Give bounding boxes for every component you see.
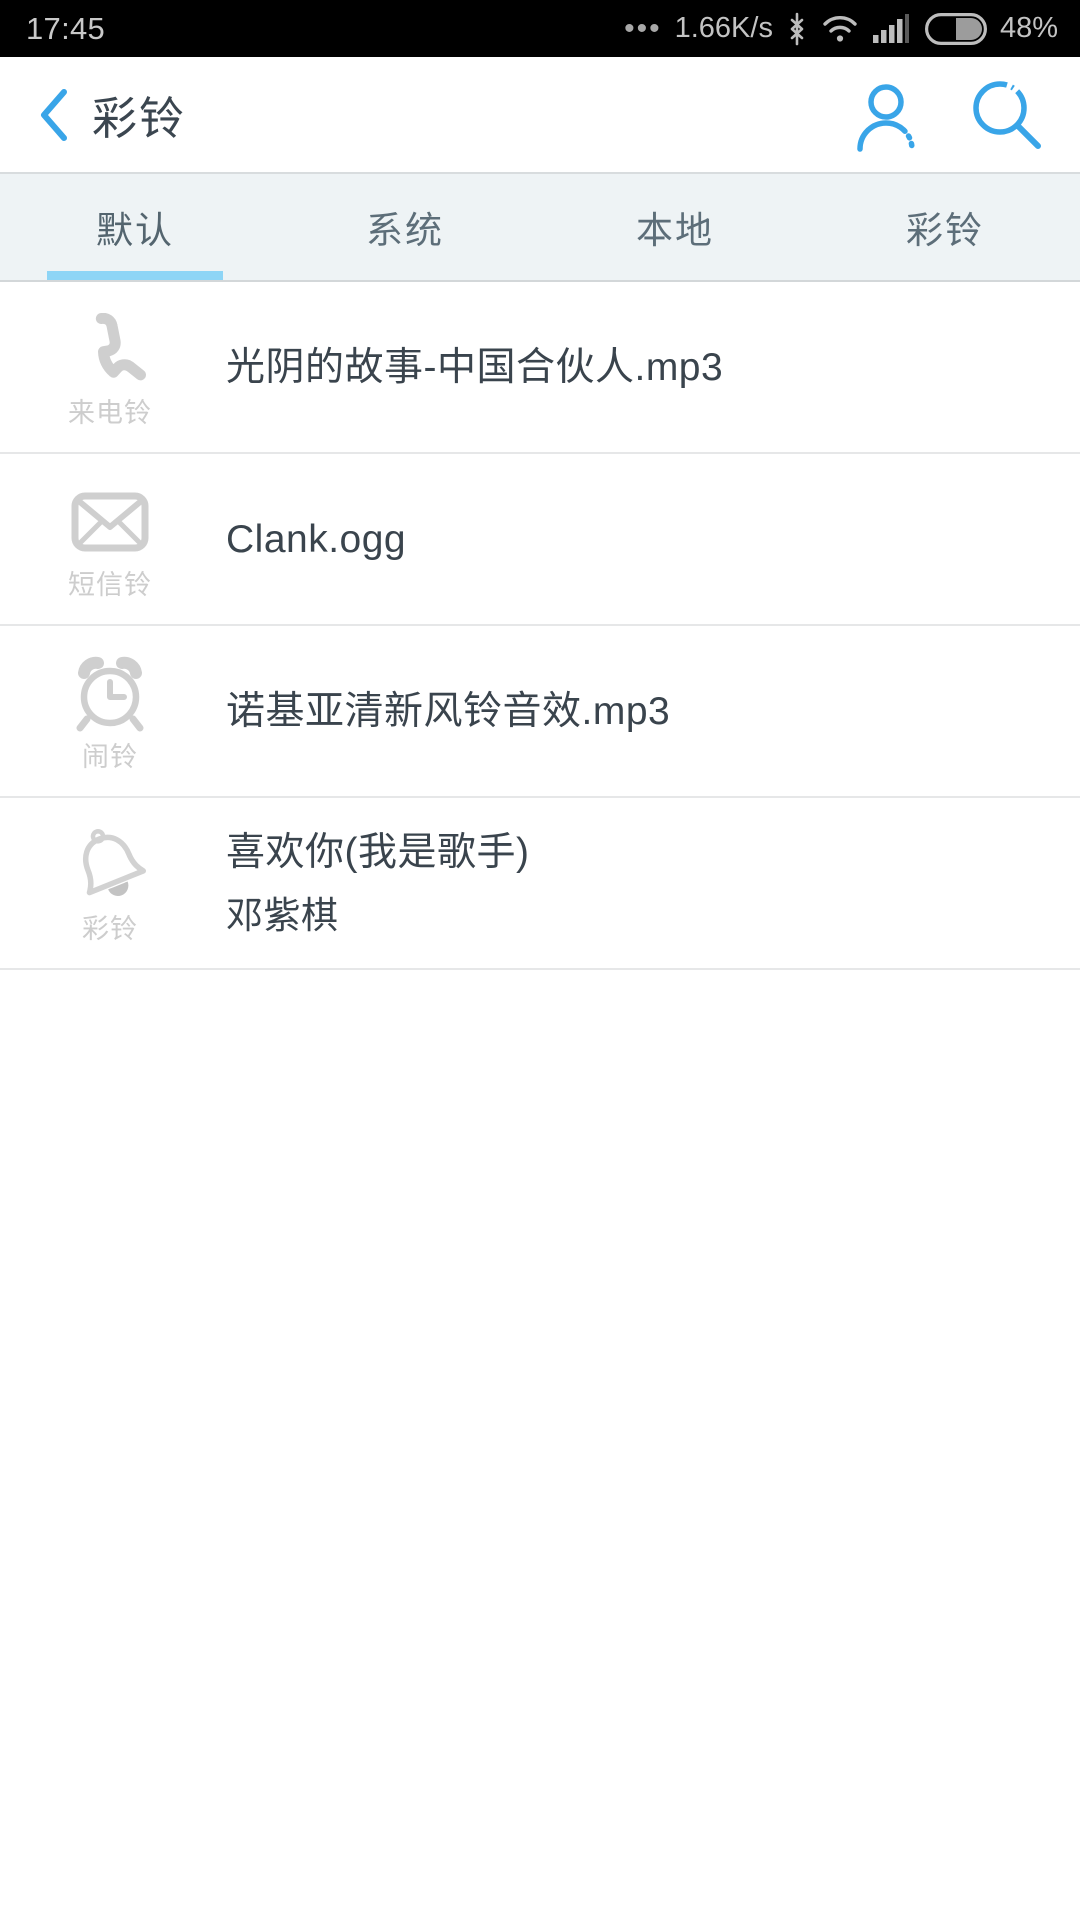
list-item-text-block: 诺基亚清新风铃音效.mp3 (184, 626, 1080, 798)
account-button[interactable] (846, 73, 930, 157)
tab-label: 系统 (366, 210, 444, 251)
person-icon (857, 83, 915, 152)
list-item-icon-block: 来电铃 (36, 282, 184, 454)
alarm-clock-icon (71, 655, 149, 733)
list-item-text-block: 喜欢你(我是歌手) 邓紫棋 (184, 798, 1080, 970)
network-speed-label: 1.66K/s (674, 12, 773, 44)
tab-bar: 默认 系统 本地 彩铃 (0, 172, 1080, 282)
tab-label: 彩铃 (906, 210, 984, 251)
list-item-icon-block: 彩铃 (36, 798, 184, 970)
list-item-title: 喜欢你(我是歌手) (226, 831, 530, 875)
battery-icon (924, 12, 987, 45)
search-icon (973, 80, 1041, 149)
list-item-icon-caption: 闹铃 (82, 741, 138, 772)
list-item-title: 诺基亚清新风铃音效.mp3 (226, 689, 671, 733)
wifi-icon (823, 15, 857, 42)
tab-local[interactable]: 本地 (540, 174, 810, 280)
app-bar-actions (846, 73, 1048, 157)
list-item-title: 光阴的故事-中国合伙人.mp3 (226, 345, 724, 389)
search-button[interactable] (964, 73, 1048, 157)
ringtone-list: 来电铃 光阴的故事-中国合伙人.mp3 短信铃 Clank.ogg 闹铃 诺基亚… (0, 282, 1080, 970)
list-item[interactable]: 短信铃 Clank.ogg (0, 454, 1080, 626)
more-notifications-icon: ••• (624, 11, 662, 45)
list-item-text-block: 光阴的故事-中国合伙人.mp3 (184, 282, 1080, 454)
back-chevron-icon (41, 88, 67, 141)
list-item-icon-caption: 彩铃 (82, 913, 138, 944)
list-item-title: Clank.ogg (226, 517, 407, 561)
page-title: 彩铃 (92, 93, 187, 144)
list-item-icon-block: 短信铃 (36, 454, 184, 626)
tab-crbt[interactable]: 彩铃 (810, 174, 1080, 280)
phone-handset-icon (73, 311, 147, 389)
status-bar-indicators: ••• 1.66K/s 48% (624, 12, 1058, 46)
battery-percent-label: 48% (999, 12, 1058, 44)
list-item-icon-caption: 来电铃 (68, 397, 152, 428)
list-item[interactable]: 来电铃 光阴的故事-中国合伙人.mp3 (0, 282, 1080, 454)
list-item[interactable]: 闹铃 诺基亚清新风铃音效.mp3 (0, 626, 1080, 798)
envelope-icon (71, 483, 149, 561)
tab-label: 本地 (636, 210, 714, 251)
signal-bars-icon (872, 13, 909, 43)
list-item-icon-caption: 短信铃 (68, 569, 152, 600)
list-item-subtitle: 邓紫棋 (226, 895, 339, 937)
tab-system[interactable]: 系统 (270, 174, 540, 280)
list-item-text-block: Clank.ogg (184, 454, 1080, 626)
status-bar: 17:45 ••• 1.66K/s 48% (0, 0, 1080, 57)
bluetooth-icon (790, 12, 804, 45)
empty-area (0, 970, 1080, 1740)
tab-default[interactable]: 默认 (0, 174, 270, 280)
status-bar-clock: 17:45 (26, 10, 106, 46)
tab-label: 默认 (96, 210, 174, 251)
app-bar: 彩铃 (0, 57, 1080, 172)
back-button[interactable] (26, 80, 82, 150)
bell-icon (70, 827, 150, 905)
list-item[interactable]: 彩铃 喜欢你(我是歌手) 邓紫棋 (0, 798, 1080, 970)
list-item-icon-block: 闹铃 (36, 626, 184, 798)
